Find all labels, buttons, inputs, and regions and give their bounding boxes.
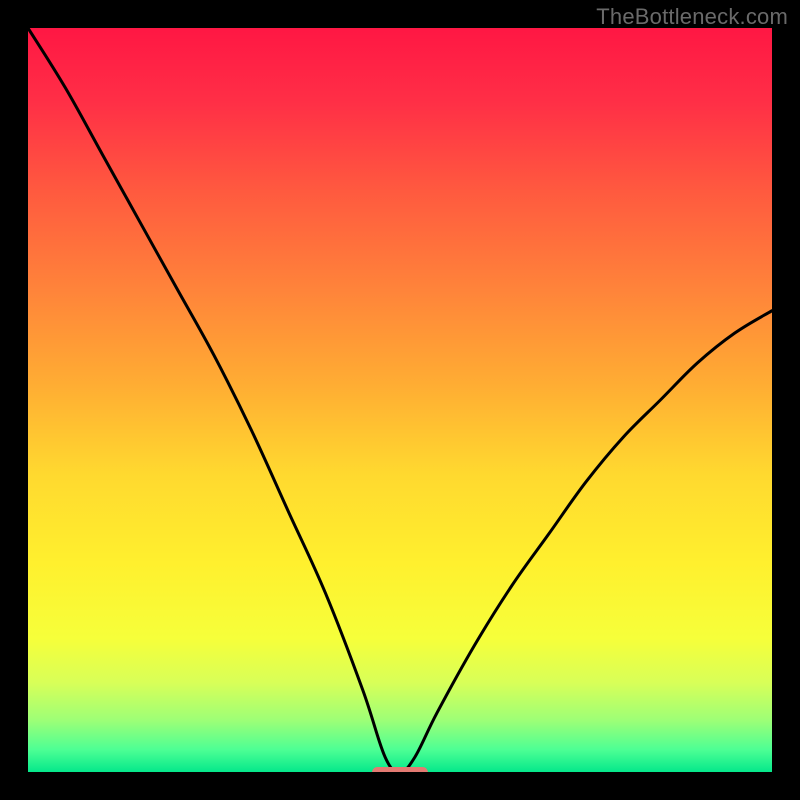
bottleneck-curve	[28, 28, 772, 772]
plot-area	[28, 28, 772, 772]
chart-frame: TheBottleneck.com	[0, 0, 800, 800]
curve-path	[28, 28, 772, 772]
watermark-text: TheBottleneck.com	[596, 4, 788, 30]
min-marker	[372, 767, 428, 773]
